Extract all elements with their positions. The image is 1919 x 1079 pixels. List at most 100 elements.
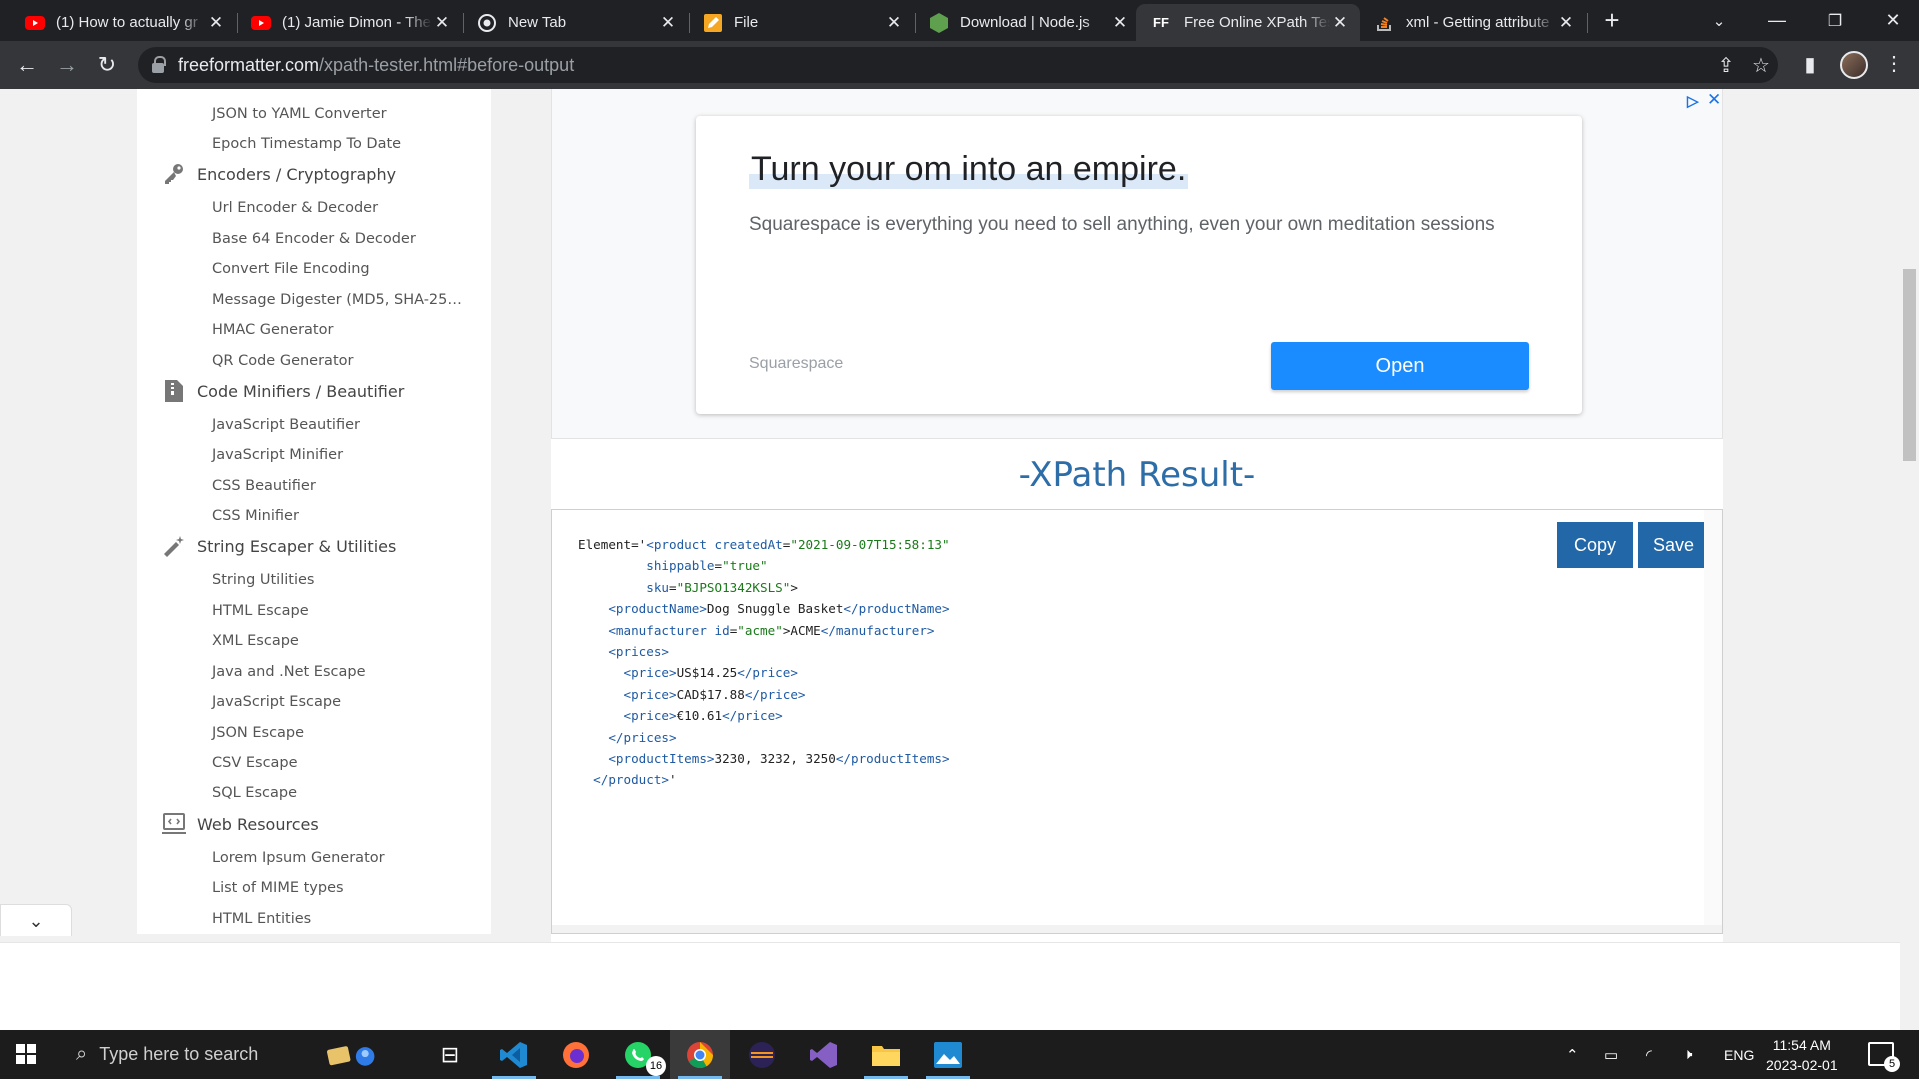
tab-strip: (1) How to actually gr ✕ (1) Jamie Dimon… [0, 0, 1919, 41]
whatsapp-icon[interactable]: 16 [608, 1030, 668, 1079]
ad-open-button[interactable]: Open [1271, 342, 1529, 390]
clock-time: 11:54 AM [1772, 1037, 1831, 1053]
ad-close-icon[interactable]: ✕ [1707, 90, 1721, 110]
share-icon[interactable]: ⇪ [1713, 53, 1739, 79]
sidebar-item[interactable]: Base 64 Encoder & Decoder [212, 231, 416, 247]
address-bar[interactable]: freeformatter.com/xpath-tester.html#befo… [138, 47, 1778, 83]
sidebar-item[interactable]: String Utilities [212, 572, 314, 588]
sidebar-item[interactable]: Url Encoder & Decoder [212, 200, 378, 216]
tab-stackoverflow[interactable]: xml - Getting attribute ✕ [1362, 4, 1586, 41]
sidebar-item[interactable]: CSS Minifier [212, 508, 299, 524]
reload-icon[interactable]: ↻ [91, 49, 123, 81]
show-hidden-icons[interactable]: ⌃ [1566, 1030, 1579, 1079]
category-string-escaper[interactable]: String Escaper & Utilities [161, 533, 396, 559]
ad-card[interactable]: Turn your om into an empire. Squarespace… [696, 116, 1582, 414]
category-minifiers[interactable]: Code Minifiers / Beautifier [161, 378, 404, 404]
category-encoders[interactable]: Encoders / Cryptography [161, 161, 396, 187]
tab-file[interactable]: File ✕ [690, 4, 914, 41]
tab-xpath-tester[interactable]: FF Free Online XPath Tes ✕ [1136, 4, 1360, 41]
restore-icon[interactable]: ❐ [1806, 0, 1864, 41]
windows-taskbar: ⌕ Type here to search ⊟ 16 ⌃ ▭ ◜ 🕨 ENG 1… [0, 1030, 1919, 1079]
url-text[interactable]: freeformatter.com/xpath-tester.html#befo… [178, 55, 574, 76]
tab-youtube-1[interactable]: (1) How to actually gr ✕ [12, 4, 236, 41]
close-icon[interactable]: ✕ [1330, 13, 1350, 33]
star-icon[interactable]: ☆ [1748, 53, 1774, 79]
profile-avatar[interactable] [1840, 51, 1868, 79]
sidebar-item[interactable]: CSS Beautifier [212, 478, 316, 494]
category-web-resources[interactable]: Web Resources [161, 811, 319, 837]
xpath-result-title: -XPath Result- [1018, 455, 1256, 495]
output-vertical-scrollbar[interactable] [1704, 510, 1722, 933]
close-icon[interactable]: ✕ [432, 13, 452, 33]
back-arrow-icon[interactable]: ← [11, 49, 43, 81]
tab-new-tab[interactable]: New Tab ✕ [464, 4, 688, 41]
sidebar-item[interactable]: HTML Entities [212, 911, 311, 927]
sidebar-item[interactable]: JSON to YAML Converter [212, 106, 387, 122]
sidebar-item[interactable]: Message Digester (MD5, SHA-25… [212, 292, 462, 308]
sidebar-item[interactable]: SQL Escape [212, 785, 297, 801]
sidebar-item[interactable]: JSON Escape [212, 725, 304, 741]
xpath-result-output[interactable]: Element='<product createdAt="2021-09-07T… [551, 509, 1723, 934]
close-icon[interactable]: ✕ [884, 13, 904, 33]
widget-illustration-icon[interactable] [318, 1030, 378, 1079]
sidebar-item[interactable]: Lorem Ipsum Generator [212, 850, 385, 866]
page-scrollbar[interactable] [1900, 89, 1919, 1030]
category-label: Code Minifiers / Beautifier [197, 381, 405, 401]
sidebar-item[interactable]: List of MIME types [212, 880, 344, 896]
sidebar-item[interactable]: HTML Escape [212, 603, 309, 619]
chevron-down-icon[interactable]: ⌄ [0, 904, 72, 936]
chrome-taskbar-icon[interactable] [670, 1030, 730, 1079]
sidebar-item[interactable]: Epoch Timestamp To Date [212, 136, 401, 152]
sidebar-item[interactable]: HMAC Generator [212, 322, 333, 338]
save-button[interactable]: Save [1638, 522, 1708, 568]
battery-icon[interactable]: ▭ [1604, 1030, 1618, 1079]
ad-source[interactable]: Squarespace [749, 355, 843, 373]
task-view-icon[interactable]: ⊟ [420, 1030, 480, 1079]
firefox-icon[interactable] [546, 1030, 606, 1079]
window-close-icon[interactable]: ✕ [1864, 0, 1919, 41]
photos-icon[interactable] [918, 1030, 978, 1079]
eclipse-icon[interactable] [732, 1030, 792, 1079]
close-icon[interactable]: ✕ [206, 13, 226, 33]
tools-sidebar: JSON to YAML Converter Epoch Timestamp T… [137, 89, 491, 934]
sidebar-item[interactable]: JavaScript Beautifier [212, 417, 360, 433]
visual-studio-icon[interactable] [794, 1030, 854, 1079]
ad-headline[interactable]: Turn your om into an empire. [749, 150, 1189, 189]
close-icon[interactable]: ✕ [1110, 13, 1130, 33]
tab-title: xml - Getting attribute [1406, 14, 1550, 31]
more-menu-icon[interactable]: ⋮ [1884, 51, 1904, 76]
ad-body: Squarespace is everything you need to se… [749, 214, 1495, 235]
output-horizontal-scrollbar[interactable] [552, 925, 1722, 933]
sidebar-item[interactable]: JavaScript Minifier [212, 447, 343, 463]
sidebar-item[interactable]: Convert File Encoding [212, 261, 370, 277]
notification-center-icon[interactable]: 5 [1868, 1042, 1900, 1072]
adchoices-icon[interactable]: ▷ [1687, 92, 1699, 110]
lock-icon[interactable] [152, 56, 166, 73]
language-indicator[interactable]: ENG [1724, 1030, 1754, 1079]
sidebar-item[interactable]: JavaScript Escape [212, 694, 341, 710]
category-label: String Escaper & Utilities [197, 536, 397, 556]
forward-arrow-icon[interactable]: → [51, 49, 83, 81]
close-icon[interactable]: ✕ [1556, 13, 1576, 33]
tab-search-chevron-icon[interactable]: ⌄ [1690, 0, 1748, 41]
volume-muted-icon[interactable]: 🕨 [1683, 1030, 1692, 1079]
copy-button[interactable]: Copy [1557, 522, 1633, 568]
result-code: Element='<product createdAt="2021-09-07T… [578, 537, 950, 788]
sidebar-item[interactable]: QR Code Generator [212, 353, 353, 369]
close-icon[interactable]: ✕ [658, 13, 678, 33]
file-zip-icon [161, 378, 187, 404]
side-panel-icon[interactable]: ▮ [1797, 52, 1823, 78]
tab-nodejs[interactable]: Download | Node.js ✕ [916, 4, 1140, 41]
minimize-icon[interactable]: — [1748, 0, 1806, 41]
sidebar-item[interactable]: CSV Escape [212, 755, 298, 771]
laptop-code-icon [161, 811, 187, 837]
sidebar-item[interactable]: XML Escape [212, 633, 299, 649]
vscode-icon[interactable] [484, 1030, 544, 1079]
new-tab-button[interactable]: + [1598, 6, 1626, 34]
clock[interactable]: 11:54 AM 2023-02-01 [1766, 1035, 1838, 1075]
wifi-icon[interactable]: ◜ [1646, 1030, 1652, 1079]
sidebar-item[interactable]: Java and .Net Escape [212, 664, 366, 680]
windows-start-icon[interactable] [16, 1044, 36, 1064]
file-explorer-icon[interactable] [856, 1030, 916, 1079]
tab-youtube-2[interactable]: (1) Jamie Dimon - The ✕ [238, 4, 462, 41]
